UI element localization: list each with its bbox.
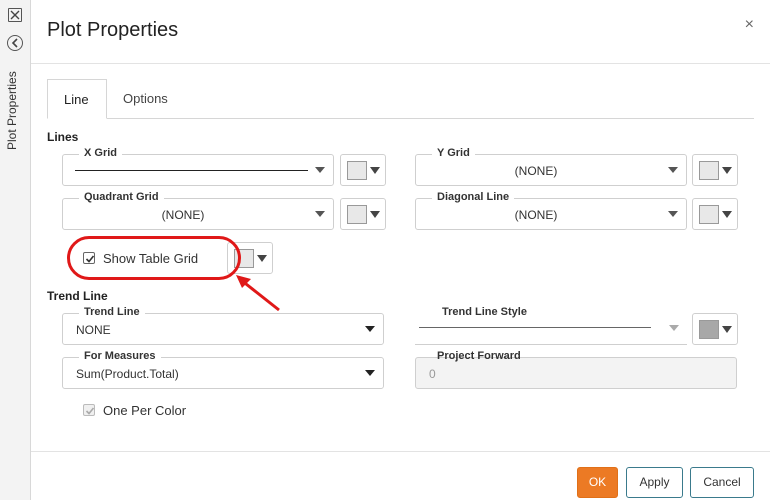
annotation-arrow-icon — [236, 275, 280, 312]
back-circle-icon[interactable] — [7, 35, 23, 51]
diagonal-line-select[interactable]: Diagonal Line (NONE) — [415, 191, 687, 230]
trend-line-value: NONE — [76, 323, 111, 337]
x-grid-label: X Grid — [79, 147, 123, 159]
y-grid-label: Y Grid — [432, 147, 475, 159]
quadrant-grid-label: Quadrant Grid — [79, 191, 164, 203]
project-forward-value: 0 — [429, 367, 436, 381]
chevron-down-icon — [365, 370, 375, 376]
color-swatch — [699, 205, 719, 224]
trend-line-heading: Trend Line — [47, 289, 108, 303]
color-swatch — [699, 320, 719, 339]
header-divider — [31, 63, 770, 64]
chevron-down-icon — [668, 167, 678, 173]
chevron-down-icon — [722, 326, 732, 333]
quadrant-grid-select[interactable]: Quadrant Grid (NONE) — [62, 191, 334, 230]
x-grid-select[interactable]: X Grid — [62, 147, 334, 186]
color-swatch — [699, 161, 719, 180]
checkbox-checked-icon[interactable] — [83, 404, 95, 416]
diagonal-line-value: (NONE) — [514, 208, 558, 222]
project-forward-label: Project Forward — [437, 350, 521, 362]
chevron-down-icon — [668, 211, 678, 217]
for-measures-label: For Measures — [79, 350, 161, 362]
rail-label[interactable]: Plot Properties — [5, 60, 19, 150]
trend-line-select[interactable]: Trend Line NONE — [62, 306, 384, 345]
chevron-down-icon — [370, 167, 380, 174]
chevron-down-icon — [257, 255, 267, 262]
project-forward-input[interactable]: Project Forward 0 — [415, 350, 737, 389]
quadrant-grid-color-picker[interactable] — [340, 198, 386, 230]
trend-line-style-label: Trend Line Style — [437, 306, 532, 318]
dialog-title: Plot Properties — [47, 19, 179, 41]
ok-button[interactable]: OK — [577, 467, 618, 498]
footer-divider — [31, 451, 770, 452]
side-rail: Plot Properties — [0, 0, 31, 500]
chevron-down-icon — [722, 167, 732, 174]
trend-line-style-select[interactable]: Trend Line Style — [415, 306, 687, 345]
diagonal-line-color-picker[interactable] — [692, 198, 738, 230]
one-per-color-checkbox[interactable]: One Per Color — [83, 402, 233, 420]
highlight-oval-annotation — [67, 236, 241, 280]
dialog-close-button[interactable]: × — [745, 16, 754, 34]
quadrant-grid-value: (NONE) — [161, 208, 205, 222]
x-grid-color-picker[interactable] — [340, 154, 386, 186]
chevron-down-icon — [315, 211, 325, 217]
y-grid-color-picker[interactable] — [692, 154, 738, 186]
diagonal-line-label: Diagonal Line — [432, 191, 515, 203]
trend-line-label: Trend Line — [79, 306, 145, 318]
trend-line-color-picker[interactable] — [692, 313, 738, 345]
cancel-button[interactable]: Cancel — [690, 467, 754, 498]
y-grid-select[interactable]: Y Grid (NONE) — [415, 147, 687, 186]
for-measures-value: Sum(Product.Total) — [76, 367, 179, 381]
plot-properties-dialog: Plot Properties × Line Options Lines X G… — [31, 0, 770, 500]
for-measures-select[interactable]: For Measures Sum(Product.Total) — [62, 350, 384, 389]
tab-line[interactable]: Line — [47, 79, 107, 119]
color-swatch — [347, 205, 367, 224]
apply-button[interactable]: Apply — [626, 467, 683, 498]
close-icon[interactable] — [8, 8, 22, 22]
chevron-down-icon — [370, 211, 380, 218]
tab-divider — [47, 118, 754, 119]
chevron-down-icon — [722, 211, 732, 218]
chevron-down-icon — [365, 326, 375, 332]
chevron-down-icon — [315, 167, 325, 173]
chevron-down-icon — [669, 325, 679, 331]
tab-options[interactable]: Options — [107, 79, 184, 119]
one-per-color-label: One Per Color — [103, 403, 187, 418]
color-swatch — [347, 161, 367, 180]
line-style-preview — [75, 170, 308, 171]
line-style-preview — [419, 327, 651, 328]
lines-heading: Lines — [47, 130, 79, 144]
y-grid-value: (NONE) — [514, 164, 558, 178]
